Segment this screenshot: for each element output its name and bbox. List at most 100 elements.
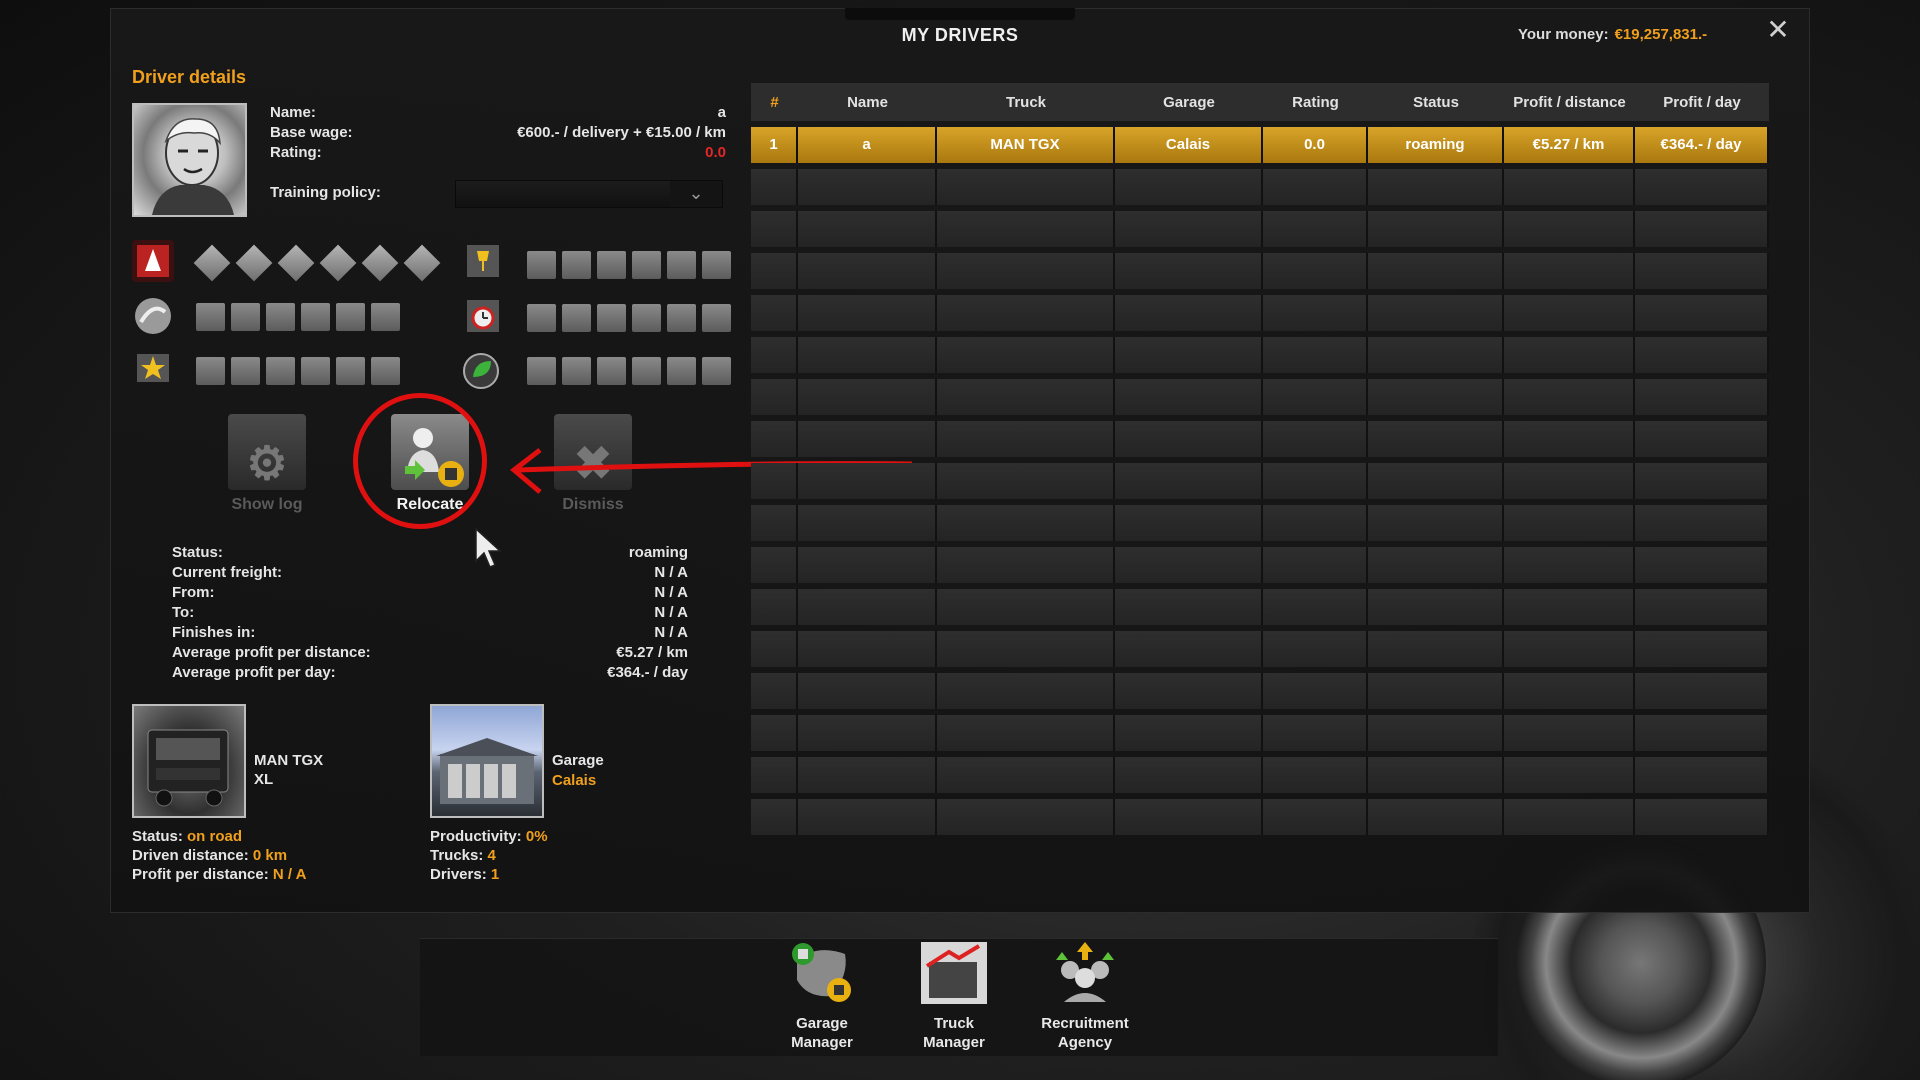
col-header-profit-day[interactable]: Profit / day <box>1635 94 1769 111</box>
table-cell-empty <box>1635 715 1769 751</box>
col-header-status[interactable]: Status <box>1368 94 1504 111</box>
avg-profit-day-value: €364.- / day <box>607 664 688 681</box>
table-cell-empty <box>751 631 798 667</box>
table-row-empty <box>751 337 1769 373</box>
from-label: From: <box>172 584 215 601</box>
table-cell-empty <box>937 757 1115 793</box>
rating-value: 0.0 <box>705 144 726 161</box>
garage-manager-label-2: Manager <box>791 1034 853 1051</box>
relocate-button[interactable]: Relocate <box>390 414 470 514</box>
col-header-name[interactable]: Name <box>798 94 937 111</box>
table-cell-empty <box>1504 715 1635 751</box>
garage-productivity-label: Productivity: <box>430 828 522 845</box>
truck-status: Status: on road <box>132 828 242 845</box>
table-cell-empty <box>1504 253 1635 289</box>
table-cell-empty <box>751 799 798 835</box>
truck-manager-button[interactable]: Truck Manager <box>899 940 1009 1052</box>
long-distance-skill-icon <box>132 295 174 337</box>
name-label: Name: <box>270 104 316 121</box>
table-cell-empty <box>751 211 798 247</box>
recruitment-agency-button[interactable]: Recruitment Agency <box>1030 940 1140 1052</box>
ecodriving-skill-level <box>527 357 731 385</box>
table-row-empty <box>751 673 1769 709</box>
garage-icon <box>436 738 538 804</box>
table-cell-empty <box>1115 673 1263 709</box>
dismiss-button[interactable]: ✖ Dismiss <box>553 414 633 514</box>
table-cell-empty <box>1368 673 1504 709</box>
table-row[interactable]: 1 a MAN TGX Calais 0.0 roaming €5.27 / k… <box>751 127 1769 163</box>
high-value-skill-level <box>196 357 400 385</box>
truck-distance-value: 0 km <box>252 847 288 864</box>
garage-manager-button[interactable]: Garage Manager <box>767 940 877 1052</box>
table-cell-empty <box>1504 799 1635 835</box>
table-cell-empty <box>1635 799 1769 835</box>
table-row-empty <box>751 211 1769 247</box>
table-cell-empty <box>1504 379 1635 415</box>
table-cell-empty <box>1115 631 1263 667</box>
just-in-time-skill-level <box>527 304 731 332</box>
table-row-empty <box>751 463 1769 499</box>
driver-details-title: Driver details <box>132 67 247 87</box>
table-cell-empty <box>1263 631 1368 667</box>
table-row-empty <box>751 253 1769 289</box>
recruitment-label-1: Recruitment <box>1041 1015 1129 1032</box>
name-value: a <box>717 104 726 121</box>
table-cell-empty <box>937 169 1115 205</box>
just-in-time-skill-icon <box>462 295 504 337</box>
table-cell-empty <box>1368 631 1504 667</box>
table-cell-empty <box>1635 631 1769 667</box>
table-cell-empty <box>798 589 937 625</box>
col-header-profit-distance[interactable]: Profit / distance <box>1504 94 1635 111</box>
truck-distance: Driven distance: 0 km <box>132 847 287 864</box>
money-display: Your money: €19,257,831.- <box>1518 26 1707 43</box>
adr-skill-icon <box>132 240 174 282</box>
table-cell-empty <box>1504 505 1635 541</box>
truck-profit-label: Profit per distance: <box>132 866 269 883</box>
table-cell-empty <box>798 505 937 541</box>
table-cell-empty <box>937 799 1115 835</box>
table-cell-empty <box>1263 757 1368 793</box>
table-cell-empty <box>751 757 798 793</box>
table-cell-empty <box>1504 673 1635 709</box>
truck-manager-icon <box>919 940 989 1006</box>
table-row-empty <box>751 631 1769 667</box>
col-header-garage[interactable]: Garage <box>1115 94 1263 111</box>
truck-thumbnail[interactable] <box>132 704 246 818</box>
table-cell-empty <box>751 673 798 709</box>
table-cell-empty <box>1504 547 1635 583</box>
table-row-empty <box>751 379 1769 415</box>
table-cell-empty <box>937 505 1115 541</box>
show-log-button[interactable]: ⚙ Show log <box>227 414 307 514</box>
garage-trucks-value: 4 <box>487 847 496 864</box>
table-cell-empty <box>798 799 937 835</box>
chevron-down-icon: ⌄ <box>670 181 722 207</box>
col-header-truck[interactable]: Truck <box>937 94 1115 111</box>
table-cell-empty <box>798 421 937 457</box>
table-cell-empty <box>937 253 1115 289</box>
table-cell-empty <box>937 421 1115 457</box>
garage-thumbnail[interactable] <box>430 704 544 818</box>
to-value: N / A <box>654 604 688 621</box>
recruitment-agency-icon <box>1050 940 1120 1006</box>
training-policy-select[interactable]: ⌄ <box>455 180 723 208</box>
panel-top-tab <box>845 8 1075 20</box>
table-row-empty <box>751 757 1769 793</box>
show-log-icon: ⚙ <box>228 414 306 490</box>
table-row-empty <box>751 589 1769 625</box>
table-cell-empty <box>1635 169 1769 205</box>
col-header-number[interactable]: # <box>751 94 798 111</box>
table-cell-empty <box>1635 463 1769 499</box>
truck-profit: Profit per distance: N / A <box>132 866 307 883</box>
cell-profit-day: €364.- / day <box>1635 127 1769 163</box>
cell-rating: 0.0 <box>1263 127 1368 163</box>
empty-rows <box>751 169 1769 835</box>
table-cell-empty <box>798 211 937 247</box>
table-cell-empty <box>1368 463 1504 499</box>
close-button[interactable]: ✕ <box>1765 16 1791 44</box>
table-cell-empty <box>1635 673 1769 709</box>
table-cell-empty <box>1115 505 1263 541</box>
to-label: To: <box>172 604 195 621</box>
table-cell-empty <box>1504 295 1635 331</box>
col-header-rating[interactable]: Rating <box>1263 94 1368 111</box>
garage-city[interactable]: Calais <box>552 772 596 789</box>
